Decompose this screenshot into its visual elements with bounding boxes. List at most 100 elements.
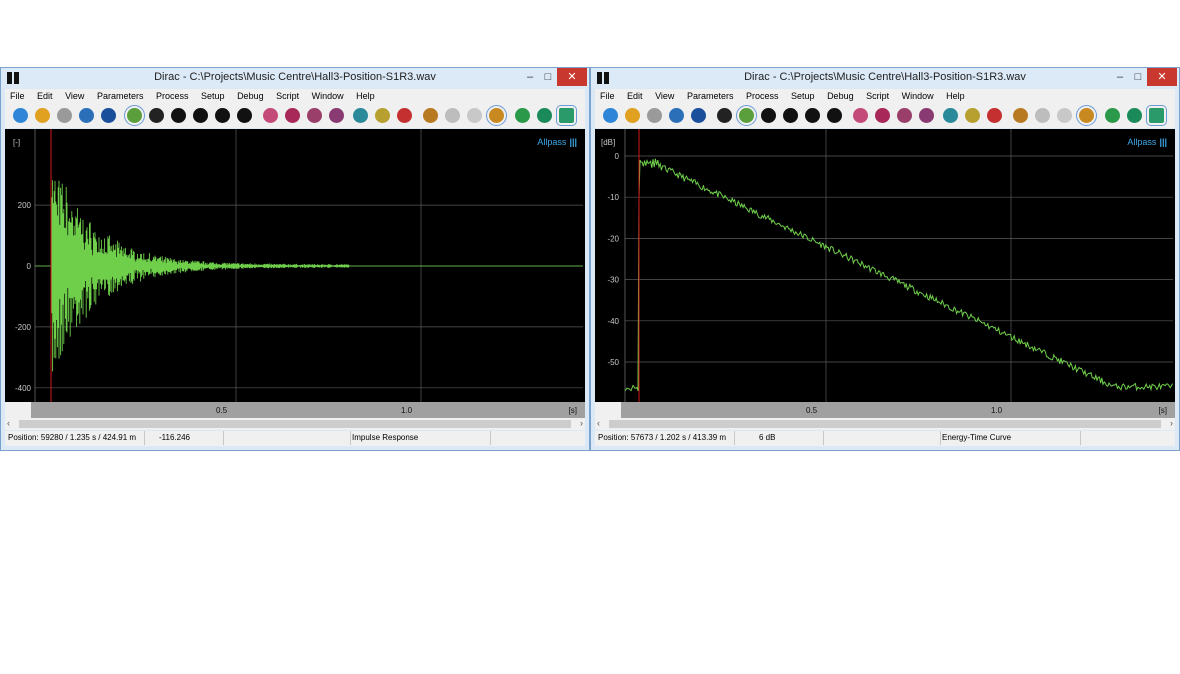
print-icon[interactable] bbox=[669, 108, 684, 123]
chart-icon[interactable] bbox=[919, 108, 934, 123]
menu-process[interactable]: Process bbox=[156, 91, 189, 101]
play-icon[interactable] bbox=[1127, 108, 1142, 123]
tool-icon[interactable] bbox=[397, 108, 412, 123]
impulse-response-chart: [-] 200 0 -200 -400 bbox=[5, 129, 583, 402]
menu-file[interactable]: File bbox=[10, 91, 25, 101]
title-bar[interactable]: Dirac - C:\Projects\Music Centre\Hall3-P… bbox=[591, 68, 1179, 88]
menu-edit[interactable]: Edit bbox=[627, 91, 643, 101]
save-icon[interactable] bbox=[647, 108, 662, 123]
phi-icon[interactable] bbox=[827, 108, 842, 123]
menu-setup[interactable]: Setup bbox=[791, 91, 815, 101]
scroll-thumb[interactable] bbox=[19, 420, 571, 428]
minimize-button[interactable]: – bbox=[521, 68, 539, 86]
slope-icon[interactable] bbox=[193, 108, 208, 123]
filter-icon[interactable] bbox=[736, 105, 757, 126]
new-icon[interactable] bbox=[13, 108, 28, 123]
arrows-icon[interactable] bbox=[1057, 108, 1072, 123]
maximize-button[interactable]: □ bbox=[1129, 68, 1147, 86]
grid-icon[interactable] bbox=[897, 108, 912, 123]
phi-icon[interactable] bbox=[237, 108, 252, 123]
arrows-icon[interactable] bbox=[467, 108, 482, 123]
horizontal-scrollbar[interactable]: ‹ › bbox=[5, 418, 585, 430]
palette-icon[interactable] bbox=[263, 108, 278, 123]
curve-icon[interactable] bbox=[761, 108, 776, 123]
pause-icon[interactable] bbox=[375, 108, 390, 123]
info-icon[interactable] bbox=[486, 105, 507, 126]
x-tick-label: 0.5 bbox=[806, 406, 818, 415]
new-icon[interactable] bbox=[603, 108, 618, 123]
menu-view[interactable]: View bbox=[655, 91, 674, 101]
slope-icon[interactable] bbox=[783, 108, 798, 123]
tool-icon[interactable] bbox=[987, 108, 1002, 123]
print-icon[interactable] bbox=[79, 108, 94, 123]
energy-time-curve-chart: [dB]0 -10 -20 -30 -40 -50 bbox=[595, 129, 1174, 402]
plus-icon[interactable] bbox=[423, 108, 438, 123]
chart-icon[interactable] bbox=[329, 108, 344, 123]
menu-window[interactable]: Window bbox=[312, 91, 344, 101]
y-tick-label: 200 bbox=[18, 201, 32, 210]
energy-time-curve-plot[interactable]: [dB] 0 -10 -20 -30 -40 -50 Allpass ||| bbox=[595, 129, 1175, 402]
x-unit-label: [s] bbox=[568, 406, 577, 415]
rec-icon[interactable] bbox=[515, 108, 530, 123]
menu-help[interactable]: Help bbox=[946, 91, 965, 101]
maximize-button[interactable]: □ bbox=[539, 68, 557, 86]
menu-debug[interactable]: Debug bbox=[827, 91, 854, 101]
horizontal-scrollbar[interactable]: ‹ › bbox=[595, 418, 1175, 430]
close-button[interactable]: ✕ bbox=[1147, 68, 1177, 86]
minus-icon[interactable] bbox=[1035, 108, 1050, 123]
menu-setup[interactable]: Setup bbox=[201, 91, 225, 101]
y-tick-label: -30 bbox=[607, 276, 619, 285]
menu-file[interactable]: File bbox=[600, 91, 615, 101]
open-icon[interactable] bbox=[35, 108, 50, 123]
rec-icon[interactable] bbox=[1105, 108, 1120, 123]
title-bar[interactable]: Dirac - C:\Projects\Music Centre\Hall3-P… bbox=[1, 68, 589, 88]
bars-icon[interactable] bbox=[215, 108, 230, 123]
menu-script[interactable]: Script bbox=[276, 91, 299, 101]
allpass-indicator[interactable]: Allpass ||| bbox=[537, 137, 577, 147]
x-axis-bar: 0.5 1.0 [s] bbox=[5, 402, 585, 418]
record-icon[interactable] bbox=[101, 108, 116, 123]
play-icon[interactable] bbox=[537, 108, 552, 123]
curve-icon[interactable] bbox=[171, 108, 186, 123]
status-mode: Impulse Response bbox=[349, 431, 491, 445]
stop-icon[interactable] bbox=[1146, 105, 1167, 126]
pause-icon[interactable] bbox=[965, 108, 980, 123]
palette-icon[interactable] bbox=[853, 108, 868, 123]
pen-icon[interactable] bbox=[943, 108, 958, 123]
open-icon[interactable] bbox=[625, 108, 640, 123]
menu-help[interactable]: Help bbox=[356, 91, 375, 101]
pen-icon[interactable] bbox=[353, 108, 368, 123]
menu-window[interactable]: Window bbox=[902, 91, 934, 101]
menu-parameters[interactable]: Parameters bbox=[687, 91, 734, 101]
scroll-thumb[interactable] bbox=[609, 420, 1161, 428]
menu-process[interactable]: Process bbox=[746, 91, 779, 101]
minimize-button[interactable]: – bbox=[1111, 68, 1129, 86]
waveform-icon[interactable] bbox=[717, 108, 732, 123]
allpass-indicator[interactable]: Allpass ||| bbox=[1127, 137, 1167, 147]
scroll-right-icon[interactable]: › bbox=[580, 418, 583, 428]
menu-edit[interactable]: Edit bbox=[37, 91, 53, 101]
y-tick-label: -40 bbox=[607, 317, 619, 326]
menu-parameters[interactable]: Parameters bbox=[97, 91, 144, 101]
bars-icon[interactable] bbox=[805, 108, 820, 123]
menu-debug[interactable]: Debug bbox=[237, 91, 264, 101]
waveform-icon[interactable] bbox=[124, 105, 145, 126]
record-icon[interactable] bbox=[691, 108, 706, 123]
stop-icon[interactable] bbox=[556, 105, 577, 126]
scroll-left-icon[interactable]: ‹ bbox=[597, 418, 600, 428]
scroll-right-icon[interactable]: › bbox=[1170, 418, 1173, 428]
filter-icon[interactable] bbox=[149, 108, 164, 123]
save-icon[interactable] bbox=[57, 108, 72, 123]
plus-icon[interactable] bbox=[1013, 108, 1028, 123]
target-icon[interactable] bbox=[875, 108, 890, 123]
grid-icon[interactable] bbox=[307, 108, 322, 123]
status-bar: Position: 57673 / 1.202 s / 413.39 m 6 d… bbox=[595, 431, 1175, 446]
impulse-response-plot[interactable]: [-] 200 0 -200 -400 Allpass ||| bbox=[5, 129, 585, 402]
info-icon[interactable] bbox=[1076, 105, 1097, 126]
menu-view[interactable]: View bbox=[65, 91, 84, 101]
menu-script[interactable]: Script bbox=[866, 91, 889, 101]
target-icon[interactable] bbox=[285, 108, 300, 123]
minus-icon[interactable] bbox=[445, 108, 460, 123]
close-button[interactable]: ✕ bbox=[557, 68, 587, 86]
scroll-left-icon[interactable]: ‹ bbox=[7, 418, 10, 428]
